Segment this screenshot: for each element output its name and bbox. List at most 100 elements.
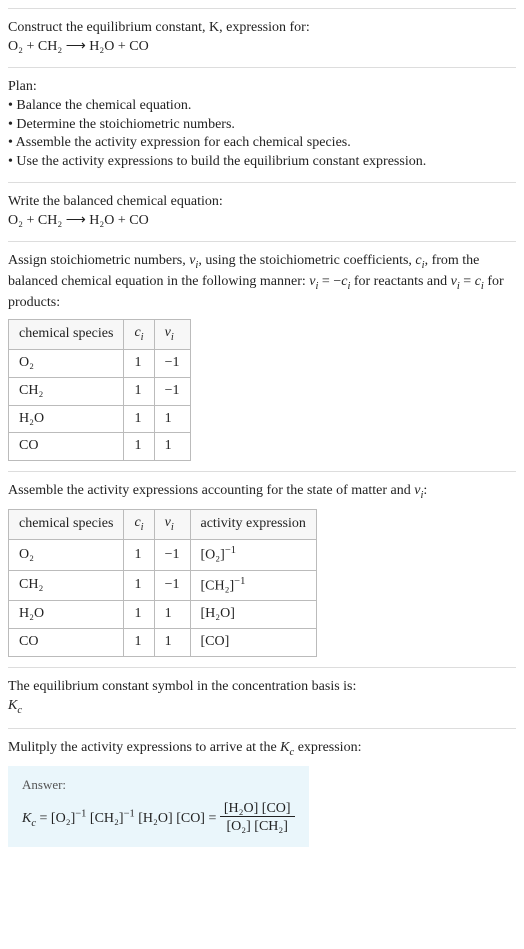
table-row: O₂ 1 −1 [O₂]−1 (9, 540, 317, 571)
text: expression: (294, 740, 361, 755)
cell-ci: 1 (124, 405, 154, 433)
answer-label: Answer: (22, 776, 295, 794)
cell-ci: 1 (124, 601, 154, 629)
base: [CH₂] (201, 579, 235, 594)
col-activity: activity expression (190, 510, 316, 540)
cell-species: H₂O (9, 601, 124, 629)
cell-nui: 1 (154, 629, 190, 657)
var-K: K (22, 811, 31, 826)
cell-species: H₂O (9, 405, 124, 433)
table-header-row: chemical species ci νi (9, 319, 191, 349)
denominator: [O₂] [CH₂] (222, 819, 291, 834)
text: Mulitply the activity expressions to arr… (8, 740, 280, 755)
cell-species: O₂ (9, 540, 124, 571)
numerator: [H₂O] [CO] (220, 801, 295, 817)
cell-activity: [CH₂]−1 (190, 570, 316, 601)
term: [CH₂] (90, 811, 124, 826)
section-activity: Assemble the activity expressions accoun… (8, 471, 516, 667)
activity-table: chemical species ci νi activity expressi… (8, 509, 317, 657)
stoich-table: chemical species ci νi O₂1−1 CH₂1−1 H₂O1… (8, 319, 191, 462)
fraction: [H₂O] [CO] [O₂] [CH₂] (220, 800, 295, 838)
cell-species: CO (9, 433, 124, 461)
cell-species: CH₂ (9, 377, 124, 405)
kc-symbol: Kc (8, 697, 516, 718)
var-K: K (8, 698, 17, 713)
section-title: Construct the equilibrium constant, K, e… (8, 19, 516, 38)
plan-bullet: • Balance the chemical equation. (8, 97, 516, 116)
exp: −1 (234, 576, 245, 587)
var-sub: i (171, 522, 174, 533)
cell-activity: [H₂O] (190, 601, 316, 629)
cell-ci: 1 (124, 629, 154, 657)
cell-nui: 1 (154, 601, 190, 629)
cell-nui: −1 (154, 349, 190, 377)
cell-ci: 1 (124, 540, 154, 571)
col-species: chemical species (9, 510, 124, 540)
section-plan: Plan: • Balance the chemical equation. •… (8, 67, 516, 182)
col-ci: ci (124, 510, 154, 540)
table-row: O₂1−1 (9, 349, 191, 377)
section-title: Write the balanced chemical equation: (8, 193, 516, 212)
result-text: Mulitply the activity expressions to arr… (8, 739, 516, 760)
cell-ci: 1 (124, 570, 154, 601)
equals: = (205, 811, 220, 826)
title-text: Construct the equilibrium constant, K, e… (8, 20, 310, 35)
equation: O₂ + CH₂ ⟶ H₂O + CO (8, 212, 516, 231)
table-row: CO11 (9, 433, 191, 461)
section-balanced: Write the balanced chemical equation: O₂… (8, 182, 516, 241)
text: = − (318, 274, 341, 289)
table-row: CH₂ 1 −1 [CH₂]−1 (9, 570, 317, 601)
plan-title: Plan: (8, 78, 516, 97)
answer-box: Answer: Kc = [O₂]−1 [CH₂]−1 [H₂O] [CO] =… (8, 766, 309, 847)
section-symbol: The equilibrium constant symbol in the c… (8, 667, 516, 728)
table-row: H₂O11 (9, 405, 191, 433)
equals: = (36, 811, 51, 826)
exp: −1 (225, 545, 236, 556)
answer-equation: Kc = [O₂]−1 [CH₂]−1 [H₂O] [CO] = [H₂O] [… (22, 800, 295, 838)
plan-bullet: • Assemble the activity expression for e… (8, 134, 516, 153)
cell-nui: −1 (154, 570, 190, 601)
text: Assign stoichiometric numbers, (8, 253, 189, 268)
col-nui: νi (154, 319, 190, 349)
cell-species: CH₂ (9, 570, 124, 601)
text: = (460, 274, 475, 289)
activity-text: Assemble the activity expressions accoun… (8, 482, 516, 503)
base: [O₂] (201, 548, 225, 563)
table-row: CH₂1−1 (9, 377, 191, 405)
cell-activity: [O₂]−1 (190, 540, 316, 571)
table-header-row: chemical species ci νi activity expressi… (9, 510, 317, 540)
var-sub: i (141, 332, 144, 343)
plan-bullet: • Determine the stoichiometric numbers. (8, 116, 516, 135)
symbol-text: The equilibrium constant symbol in the c… (8, 678, 516, 697)
cell-nui: 1 (154, 405, 190, 433)
cell-activity: [CO] (190, 629, 316, 657)
cell-ci: 1 (124, 433, 154, 461)
equation: O₂ + CH₂ ⟶ H₂O + CO (8, 38, 516, 57)
table-row: CO 1 1 [CO] (9, 629, 317, 657)
exp: −1 (75, 808, 86, 819)
col-species: chemical species (9, 319, 124, 349)
cell-nui: −1 (154, 540, 190, 571)
section-stoich: Assign stoichiometric numbers, νi , using… (8, 241, 516, 471)
var-sub: i (141, 522, 144, 533)
plan-bullet: • Use the activity expressions to build … (8, 153, 516, 172)
var-K: K (280, 740, 289, 755)
col-nui: νi (154, 510, 190, 540)
text: : (423, 483, 427, 498)
cell-ci: 1 (124, 349, 154, 377)
cell-ci: 1 (124, 377, 154, 405)
cell-nui: −1 (154, 377, 190, 405)
term: [H₂O] (138, 811, 172, 826)
term: [CO] (176, 811, 205, 826)
text: for reactants and (350, 274, 450, 289)
var-sub: i (171, 332, 174, 343)
section-result: Mulitply the activity expressions to arr… (8, 728, 516, 857)
section-construct: Construct the equilibrium constant, K, e… (8, 8, 516, 67)
exp: −1 (124, 808, 135, 819)
cell-species: O₂ (9, 349, 124, 377)
table-row: H₂O 1 1 [H₂O] (9, 601, 317, 629)
cell-nui: 1 (154, 433, 190, 461)
col-ci: ci (124, 319, 154, 349)
cell-species: CO (9, 629, 124, 657)
text: , using the stoichiometric coefficients, (198, 253, 415, 268)
